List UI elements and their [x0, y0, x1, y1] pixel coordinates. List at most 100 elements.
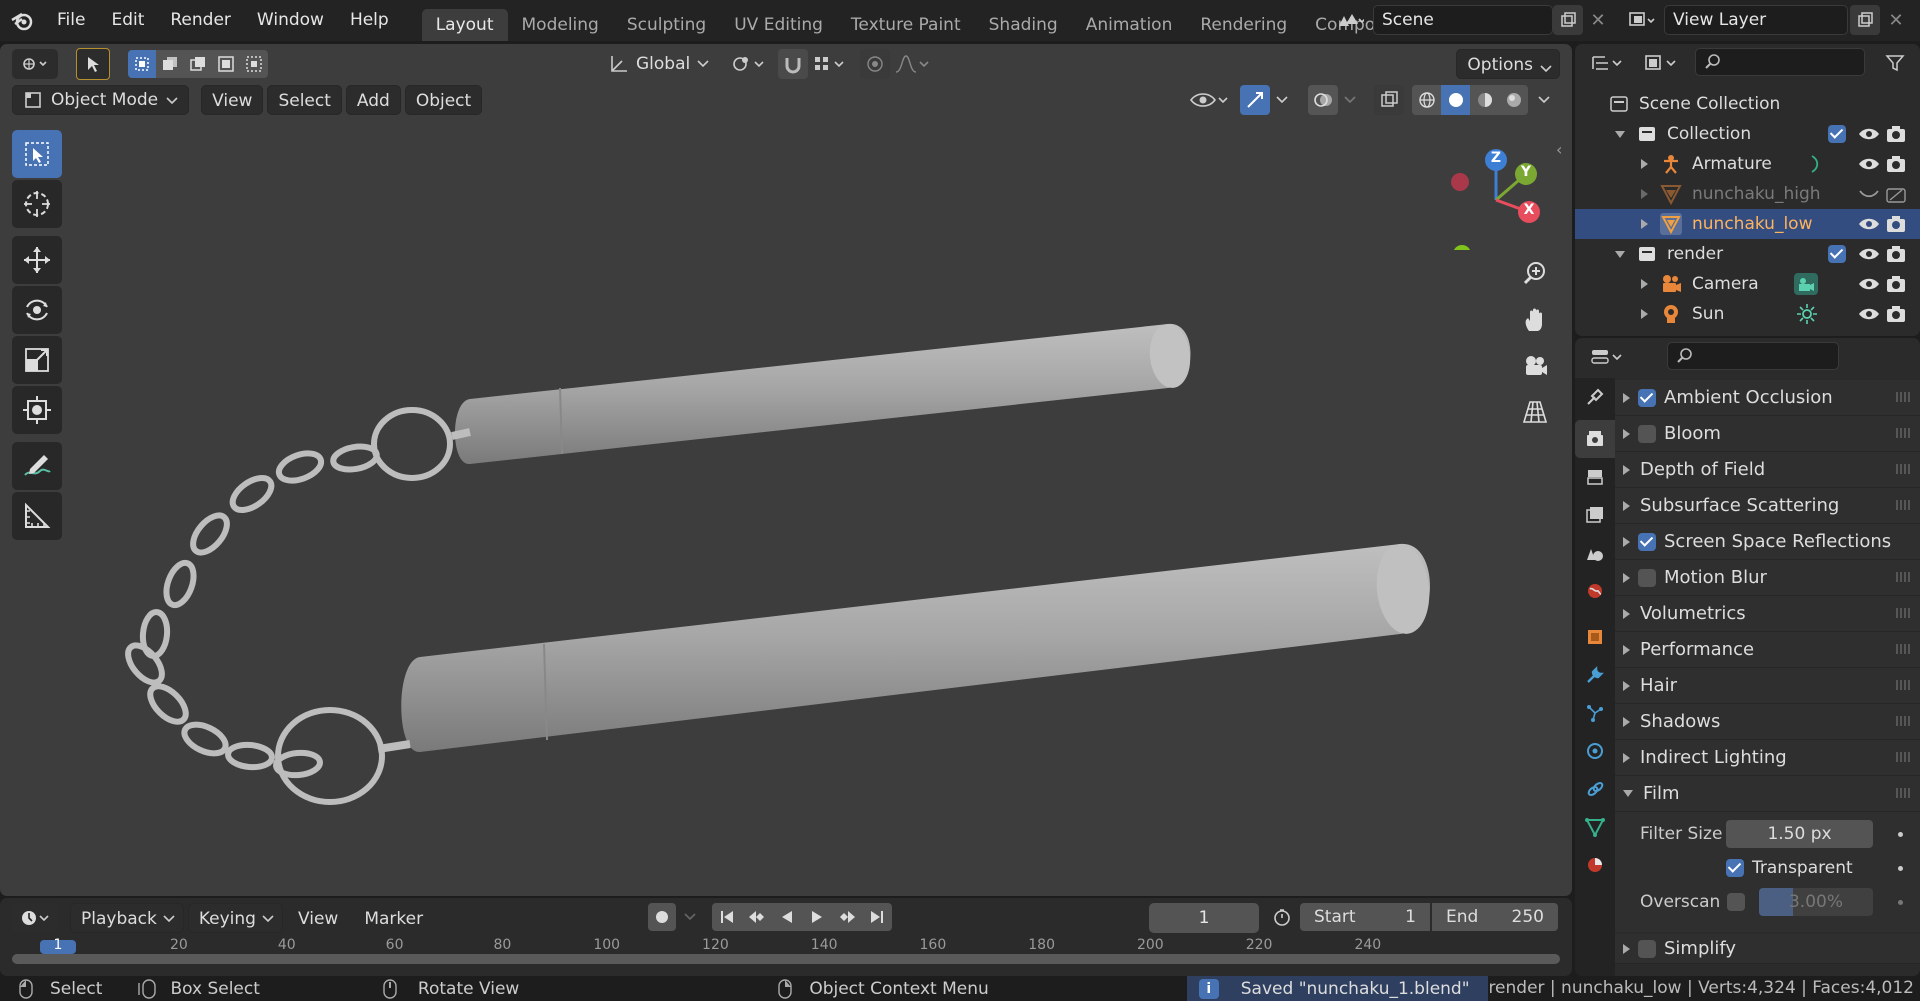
section-indirect-lighting[interactable]: Indirect Lighting — [1615, 740, 1920, 776]
eye-icon[interactable] — [1858, 246, 1880, 262]
expand-arrow-icon[interactable] — [1641, 279, 1648, 289]
menu-render[interactable]: Render — [157, 0, 244, 41]
expand-arrow-icon[interactable] — [1641, 189, 1648, 199]
expand-arrow-icon[interactable] — [1641, 219, 1648, 229]
delete-scene-icon[interactable]: ✕ — [1586, 5, 1610, 35]
expand-arrow-icon[interactable] — [1615, 130, 1625, 138]
eye-icon[interactable] — [1858, 156, 1880, 172]
auto-keying-options-chevron-icon[interactable] — [678, 903, 702, 931]
outliner-search-input[interactable] — [1695, 48, 1865, 76]
drag-handle-icon[interactable] — [1896, 752, 1910, 762]
tab-rendering[interactable]: Rendering — [1186, 9, 1301, 41]
material-tab-icon[interactable] — [1575, 846, 1615, 884]
section-hair[interactable]: Hair — [1615, 668, 1920, 704]
object-tab-icon[interactable] — [1575, 618, 1615, 656]
eye-icon[interactable] — [1858, 126, 1880, 142]
simplify-checkbox[interactable] — [1638, 939, 1656, 958]
nunchaku-model[interactable] — [0, 44, 1572, 896]
section-bloom[interactable]: Bloom — [1615, 416, 1920, 452]
world-tab-icon[interactable] — [1575, 572, 1615, 610]
drag-handle-icon[interactable] — [1896, 428, 1910, 438]
output-tab-icon[interactable] — [1575, 458, 1615, 496]
bloom-checkbox[interactable] — [1638, 424, 1656, 443]
play-reverse-icon[interactable] — [772, 903, 802, 931]
perspective-toggle-icon[interactable] — [1514, 391, 1556, 433]
render-camera-icon[interactable] — [1886, 215, 1906, 233]
play-icon[interactable] — [802, 903, 832, 931]
modifiers-tab-icon[interactable] — [1575, 656, 1615, 694]
outliner-editor-type-icon[interactable] — [1585, 48, 1631, 78]
tab-modeling[interactable]: Modeling — [508, 9, 613, 41]
section-motion-blur[interactable]: Motion Blur — [1615, 560, 1920, 596]
outliner-row-sun[interactable]: Sun — [1575, 299, 1920, 329]
section-depth-of-field[interactable]: Depth of Field — [1615, 452, 1920, 488]
menu-help[interactable]: Help — [337, 0, 402, 41]
3d-viewport[interactable]: Global Options Object Mode View Select A… — [0, 44, 1572, 896]
drag-handle-icon[interactable] — [1896, 716, 1910, 726]
section-film[interactable]: Film — [1615, 776, 1920, 812]
frame-ruler[interactable]: 1 20 40 60 80 100 120 140 160 180 200 22… — [0, 938, 1572, 974]
view-layer-name-field[interactable]: View Layer — [1664, 5, 1848, 35]
expand-arrow-icon[interactable] — [1615, 250, 1625, 258]
section-subsurface-scattering[interactable]: Subsurface Scattering — [1615, 488, 1920, 524]
tab-animation[interactable]: Animation — [1072, 9, 1187, 41]
section-ambient-occlusion[interactable]: Ambient Occlusion — [1615, 380, 1920, 416]
keying-menu[interactable]: Keying — [187, 903, 283, 933]
eye-closed-icon[interactable] — [1858, 186, 1880, 202]
section-volumetrics[interactable]: Volumetrics — [1615, 596, 1920, 632]
new-scene-icon[interactable] — [1553, 5, 1583, 35]
eye-icon[interactable] — [1858, 306, 1880, 322]
particles-tab-icon[interactable] — [1575, 694, 1615, 732]
playback-menu[interactable]: Playback — [70, 903, 184, 933]
motion-blur-checkbox[interactable] — [1638, 568, 1656, 587]
drag-handle-icon[interactable] — [1896, 608, 1910, 618]
outliner-row-nunchaku-high[interactable]: nunchaku_high — [1575, 179, 1920, 209]
filter-icon[interactable] — [1875, 48, 1915, 78]
keyframe-dot-icon[interactable] — [1898, 900, 1903, 905]
scene-name-field[interactable]: Scene — [1373, 5, 1553, 35]
eye-icon[interactable] — [1858, 216, 1880, 232]
keyframe-dot-icon[interactable] — [1898, 832, 1903, 837]
drag-handle-icon[interactable] — [1896, 500, 1910, 510]
tool-tab-icon[interactable] — [1575, 378, 1615, 416]
section-shadows[interactable]: Shadows — [1615, 704, 1920, 740]
end-frame-field[interactable]: End 250 — [1432, 903, 1558, 931]
menu-window[interactable]: Window — [244, 0, 337, 41]
view-layer-icon[interactable] — [1622, 5, 1662, 35]
drag-handle-icon[interactable] — [1896, 788, 1910, 798]
marker-menu[interactable]: Marker — [353, 903, 434, 933]
outliner-row-collection[interactable]: Collection — [1575, 119, 1920, 149]
render-camera-icon[interactable] — [1886, 125, 1906, 143]
filter-size-field[interactable]: 1.50 px — [1726, 820, 1873, 848]
ambient-occlusion-checkbox[interactable] — [1638, 388, 1656, 407]
render-camera-icon[interactable] — [1886, 305, 1906, 323]
timeline-view-menu[interactable]: View — [287, 903, 349, 933]
properties-editor-type-icon[interactable] — [1585, 342, 1631, 372]
jump-start-icon[interactable] — [712, 903, 742, 931]
overscan-field[interactable]: 3.00% — [1759, 888, 1873, 916]
render-camera-icon[interactable] — [1886, 245, 1906, 263]
section-performance[interactable]: Performance — [1615, 632, 1920, 668]
drag-handle-icon[interactable] — [1896, 644, 1910, 654]
section-screen-space-reflections[interactable]: Screen Space Reflections — [1615, 524, 1920, 560]
record-keyframe-icon[interactable] — [648, 903, 676, 931]
view-layer-tab-icon[interactable] — [1575, 496, 1615, 534]
render-tab-icon[interactable] — [1575, 420, 1615, 458]
menu-file[interactable]: File — [44, 0, 98, 41]
expand-arrow-icon[interactable] — [1641, 159, 1648, 169]
render-disabled-icon[interactable] — [1886, 185, 1906, 203]
exclude-checkbox[interactable] — [1828, 125, 1846, 143]
outliner-row-scene-collection[interactable]: Scene Collection — [1575, 89, 1920, 119]
object-data-tab-icon[interactable] — [1575, 808, 1615, 846]
physics-tab-icon[interactable] — [1575, 732, 1615, 770]
outliner-row-armature[interactable]: Armature — [1575, 149, 1920, 179]
scene-tab-icon[interactable] — [1575, 534, 1615, 572]
exclude-checkbox[interactable] — [1828, 245, 1846, 263]
tab-sculpting[interactable]: Sculpting — [613, 9, 720, 41]
preview-range-icon[interactable] — [1268, 903, 1296, 931]
tab-layout[interactable]: Layout — [421, 8, 508, 41]
drag-handle-icon[interactable] — [1896, 680, 1910, 690]
jump-end-icon[interactable] — [862, 903, 892, 931]
outliner-row-render[interactable]: render — [1575, 239, 1920, 269]
eye-icon[interactable] — [1858, 276, 1880, 292]
